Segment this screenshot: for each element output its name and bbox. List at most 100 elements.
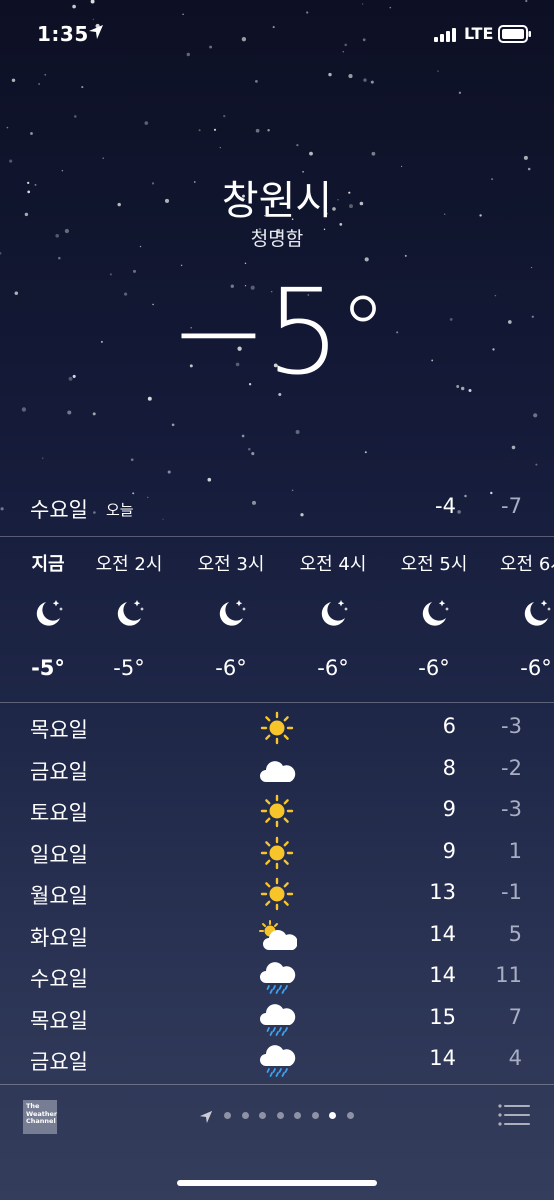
page-dot[interactable] (276, 1112, 284, 1119)
star (371, 151, 376, 156)
star (198, 129, 201, 132)
hour-time: 오전 3시 (197, 554, 265, 575)
daily-row: 목요일 6 -3 (0, 706, 554, 747)
star (67, 410, 72, 415)
sun-icon (257, 835, 297, 871)
page-dot[interactable] (224, 1112, 231, 1119)
star (130, 458, 134, 462)
star (102, 157, 104, 159)
network-type: LTE (464, 24, 494, 43)
star (6, 126, 9, 129)
star (81, 86, 84, 89)
hourly-forecast[interactable]: 지금 -5° 오전 2시 -5° 오전 3시 -6° 오전 4시 -6° 오전 … (0, 538, 554, 700)
hour-time: 오전 2시 (95, 554, 163, 575)
daily-row: 월요일 13 -1 (0, 872, 554, 913)
divider (0, 702, 554, 703)
day-high: 9 (442, 797, 456, 821)
day-name: 수요일 (30, 967, 88, 991)
star (364, 451, 367, 454)
star (328, 72, 332, 77)
daily-row: 금요일 8 -2 (0, 748, 554, 789)
star (523, 155, 528, 160)
hourly-item: 오전 2시 -5° (89, 538, 169, 700)
home-indicator[interactable] (177, 1180, 377, 1186)
star (223, 114, 226, 118)
day-name: 목요일 (30, 718, 88, 742)
day-low: 4 (508, 1046, 522, 1070)
moon-stars-icon (113, 596, 147, 630)
star (247, 447, 251, 451)
star (404, 254, 407, 257)
weather-channel-logo[interactable]: The Weather Channel (23, 1100, 57, 1134)
status-time: 1:35 (37, 22, 89, 46)
star (167, 470, 171, 474)
hourly-item: 오전 5시 -6° (394, 538, 474, 700)
hour-temp: -5° (113, 656, 145, 680)
day-high: 13 (429, 880, 456, 904)
current-temperature: −5° (0, 262, 554, 402)
day-low: -3 (501, 797, 522, 821)
star (309, 151, 313, 156)
degree-symbol: ° (338, 276, 387, 388)
hour-temp: -5° (31, 656, 65, 680)
city-name: 창원시 (221, 178, 333, 224)
footer-toolbar: The Weather Channel (0, 1085, 554, 1200)
partly-cloudy-icon (257, 918, 297, 954)
day-high: 15 (429, 1005, 456, 1029)
day-low: 7 (508, 1005, 522, 1029)
star (11, 78, 16, 83)
status-bar: 1:35 LTE (0, 0, 554, 70)
city-list-icon[interactable] (498, 1103, 530, 1127)
star (44, 73, 47, 76)
page-dot[interactable] (294, 1112, 301, 1119)
page-dot[interactable] (311, 1112, 319, 1119)
star (251, 452, 255, 456)
hourly-item: 지금 -5° (8, 538, 88, 700)
star (348, 74, 353, 79)
page-dot[interactable] (346, 1112, 354, 1119)
sun-icon (257, 710, 297, 746)
current-temperature-value: −5 (169, 263, 341, 401)
day-name: 금요일 (30, 1050, 88, 1074)
divider (0, 536, 554, 537)
star (267, 129, 270, 132)
day-high: 14 (429, 922, 456, 946)
star (0, 251, 2, 255)
sun-icon (257, 876, 297, 912)
today-summary-row: 수요일 오늘 -4 -7 (0, 490, 554, 524)
star (437, 70, 439, 72)
page-dot[interactable] (241, 1112, 249, 1119)
star (255, 128, 260, 133)
star (41, 457, 44, 459)
page-dot[interactable] (259, 1112, 266, 1119)
rain-cloud-icon (257, 1042, 297, 1078)
page-dot[interactable] (329, 1112, 336, 1119)
star (9, 159, 13, 163)
day-high: 9 (442, 839, 456, 863)
star (21, 407, 27, 412)
day-name: 화요일 (30, 926, 88, 950)
day-name: 일요일 (30, 843, 88, 867)
day-high: 14 (429, 963, 456, 987)
weather-condition: 청명함 (250, 228, 304, 250)
star (58, 256, 61, 260)
day-low: 5 (508, 922, 522, 946)
hourly-item: 오전 4시 -6° (293, 538, 373, 700)
hour-time: 오전 6시 (500, 554, 554, 575)
daily-row: 수요일 14 11 (0, 955, 554, 996)
star (458, 91, 462, 94)
day-low: -2 (501, 756, 522, 780)
hour-temp: -6° (418, 656, 450, 680)
cellular-signal-icon (434, 28, 456, 42)
day-low: -3 (501, 714, 522, 738)
cloud-icon (257, 752, 297, 788)
today-day-name: 수요일 (30, 498, 88, 522)
hourly-item: 오전 3시 -6° (191, 538, 271, 700)
location-arrow-icon (89, 25, 103, 39)
day-name: 목요일 (30, 1009, 88, 1033)
star (535, 463, 538, 466)
hour-time: 오전 5시 (400, 554, 468, 575)
day-high: 8 (442, 756, 456, 780)
current-location-arrow-icon[interactable] (199, 1110, 213, 1124)
star (295, 430, 300, 434)
